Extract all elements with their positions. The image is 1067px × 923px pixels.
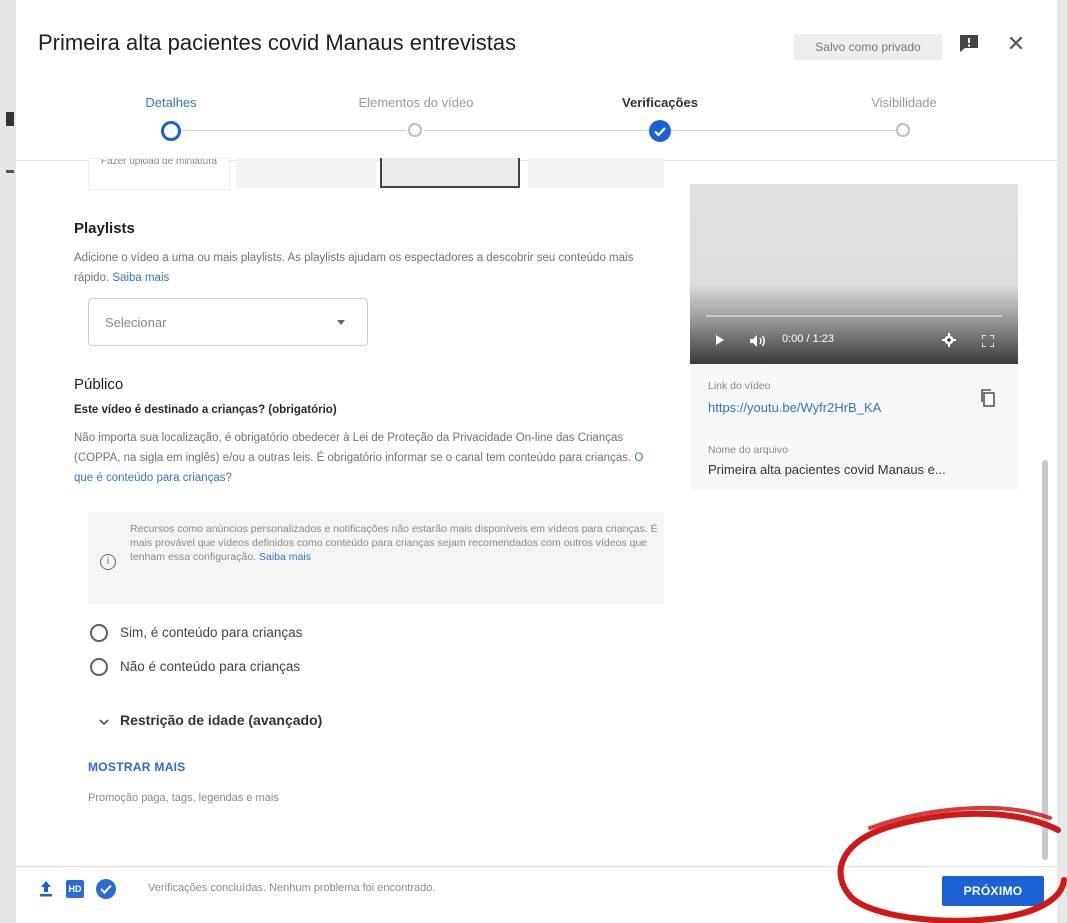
filename-value: Primeira alta pacientes covid Manaus e..…: [708, 462, 946, 477]
kids-info-text-body: Recursos como anúncios personalizados e …: [130, 523, 658, 563]
show-more-subtitle: Promoção paga, tags, legendas e mais: [88, 792, 279, 804]
audience-description-text: Não importa sua localização, é obrigatór…: [74, 432, 632, 464]
kids-info-notice: i Recursos como anúncios personalizados …: [88, 512, 664, 604]
step-label: Verificações: [622, 95, 698, 110]
upload-dialog: Primeira alta pacientes covid Manaus ent…: [16, 0, 1057, 923]
age-restriction-toggle[interactable]: Restrição de idade (avançado): [120, 712, 322, 728]
fullscreen-icon[interactable]: [981, 334, 995, 348]
hd-badge-icon: HD: [66, 880, 84, 898]
playlist-select[interactable]: Selecionar: [88, 298, 368, 346]
audience-description: Não importa sua localização, é obrigatór…: [74, 428, 654, 488]
chevron-down-icon[interactable]: [98, 715, 110, 727]
kids-info-text: Recursos como anúncios personalizados e …: [130, 522, 660, 564]
step-label: Detalhes: [145, 95, 197, 110]
close-icon[interactable]: ✕: [1006, 32, 1026, 56]
playlists-heading: Playlists: [74, 220, 135, 237]
video-info-panel: Link do vídeo https://youtu.be/Wyfr2HrB_…: [690, 364, 1018, 490]
video-progress-bar[interactable]: [706, 315, 1002, 317]
step-current-indicator: [161, 121, 181, 141]
step-label: Visibilidade: [871, 95, 937, 110]
video-link-label: Link do vídeo: [708, 380, 771, 392]
radio-button[interactable]: [90, 658, 108, 676]
video-link[interactable]: https://youtu.be/Wyfr2HrB_KA: [708, 400, 881, 415]
playlists-description: Adicione o vídeo a uma ou mais playlists…: [74, 248, 654, 288]
stepper-connector: [424, 130, 650, 131]
background-window-edge: [0, 0, 16, 923]
upload-thumbnail-label: Fazer upload de miniatura: [100, 158, 218, 167]
audience-heading: Público: [74, 376, 124, 393]
radio-button[interactable]: [90, 624, 108, 642]
step-done-check-icon: [649, 120, 671, 142]
kids-info-learn-more-link[interactable]: Saiba mais: [259, 551, 311, 563]
thumbnail-option[interactable]: [236, 158, 376, 188]
upload-thumbnail-button[interactable]: Fazer upload de miniatura: [88, 158, 230, 190]
scrollbar[interactable]: [1042, 460, 1048, 860]
playlist-select-value: Selecionar: [105, 315, 167, 330]
checks-complete-icon: [96, 879, 116, 899]
step-pending-indicator: [408, 123, 422, 137]
step-label: Elementos do vídeo: [358, 95, 474, 110]
next-button[interactable]: PRÓXIMO: [942, 876, 1044, 906]
radio-label: Sim, é conteúdo para crianças: [120, 625, 303, 640]
radio-label: Não é conteúdo para crianças: [120, 659, 301, 674]
background-window-edge-right: [1057, 0, 1067, 923]
stepper-connector: [670, 130, 896, 131]
stepper-connector: [180, 130, 406, 131]
upload-icon: [38, 880, 54, 898]
info-icon: i: [100, 554, 116, 570]
playlists-learn-more-link[interactable]: Saiba mais: [112, 272, 169, 284]
copy-icon[interactable]: [980, 388, 996, 408]
step-pending-indicator: [896, 123, 910, 137]
video-time: 0:00 / 1:23: [782, 333, 834, 345]
saved-status-badge: Salvo como privado: [794, 34, 942, 60]
footer-status: Verificações concluídas. Nenhum problema…: [148, 882, 436, 894]
show-more-button[interactable]: MOSTRAR MAIS: [88, 760, 186, 774]
gear-icon[interactable]: [942, 333, 956, 347]
background-mark: [6, 170, 14, 173]
footer-divider: [16, 866, 1057, 867]
play-icon[interactable]: [716, 335, 724, 345]
audience-question: Este vídeo é destinado a crianças? (obri…: [74, 404, 337, 416]
upload-stepper: Detalhes Elementos do vídeo Verificações…: [16, 90, 1057, 160]
caret-down-icon: [337, 320, 345, 325]
feedback-icon[interactable]: [958, 34, 980, 54]
thumbnail-option[interactable]: [528, 158, 664, 188]
filename-label: Nome do arquivo: [708, 444, 788, 456]
dialog-title: Primeira alta pacientes covid Manaus ent…: [38, 30, 517, 55]
video-preview-player[interactable]: 0:00 / 1:23: [690, 184, 1018, 364]
background-mark: [6, 112, 14, 126]
volume-icon[interactable]: [750, 334, 770, 347]
thumbnail-option-selected[interactable]: [380, 158, 520, 188]
